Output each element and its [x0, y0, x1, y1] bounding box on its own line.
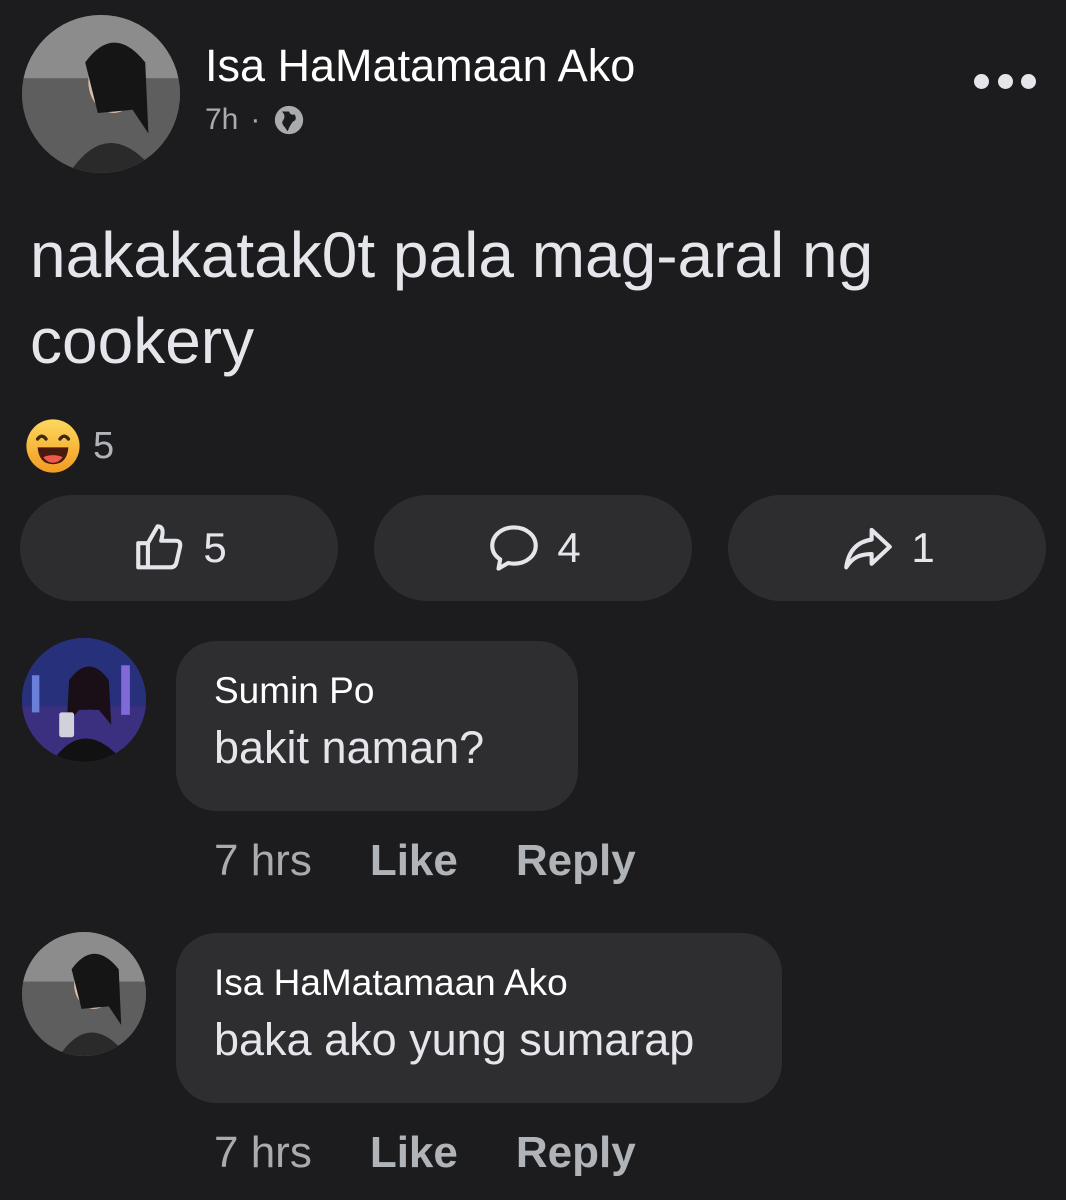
- share-arrow-icon: [844, 527, 893, 570]
- like-button[interactable]: 5: [20, 495, 338, 601]
- comment-author[interactable]: Isa HaMatamaan Ako: [214, 961, 744, 1005]
- comment-reply-button[interactable]: Reply: [516, 836, 636, 886]
- avatar-photo: [22, 15, 180, 173]
- share-count: 1: [911, 524, 935, 571]
- comment-actions: 7 hrs Like Reply: [214, 1128, 636, 1178]
- post-author-name[interactable]: Isa HaMatamaan Ako: [205, 40, 635, 92]
- post-text: nakakatak0t pala mag-aral ng cookery: [30, 219, 874, 377]
- comment-bubble[interactable]: Sumin Po bakit naman?: [176, 641, 578, 811]
- commenter-avatar[interactable]: [22, 932, 146, 1056]
- like-count: 5: [203, 524, 227, 571]
- meta-separator: ·: [250, 103, 261, 136]
- thumbs-up-icon: [136, 524, 183, 570]
- haha-emoji-icon: [26, 419, 80, 473]
- comment-reply-button[interactable]: Reply: [516, 1128, 636, 1178]
- dot-icon: [1021, 73, 1036, 89]
- more-options-button[interactable]: [974, 64, 1036, 98]
- author-avatar[interactable]: [22, 15, 180, 173]
- comment-time[interactable]: 7 hrs: [214, 836, 312, 886]
- globe-icon: [275, 105, 304, 135]
- reaction-count: 5: [93, 424, 115, 467]
- dot-icon: [974, 73, 989, 89]
- comment-count: 4: [557, 524, 581, 571]
- avatar-photo: [22, 932, 146, 1056]
- post-meta: 7h ·: [205, 103, 306, 137]
- comment-time[interactable]: 7 hrs: [214, 1128, 312, 1178]
- reaction-summary[interactable]: 5: [25, 418, 114, 474]
- comment-button[interactable]: 4: [374, 495, 692, 601]
- dot-icon: [997, 73, 1013, 89]
- share-button[interactable]: 1: [728, 495, 1046, 601]
- comment-text: bakit naman?: [214, 722, 485, 773]
- comment-icon: [490, 525, 539, 571]
- avatar-photo: [22, 638, 146, 762]
- comment-bubble[interactable]: Isa HaMatamaan Ako baka ako yung sumarap: [176, 933, 782, 1103]
- comment-like-button[interactable]: Like: [370, 836, 458, 886]
- comment-author[interactable]: Sumin Po: [214, 669, 540, 713]
- post-time[interactable]: 7h: [205, 103, 238, 137]
- commenter-avatar[interactable]: [22, 638, 146, 762]
- comment-actions: 7 hrs Like Reply: [214, 836, 636, 886]
- comment-like-button[interactable]: Like: [370, 1128, 458, 1178]
- comment-text: baka ako yung sumarap: [214, 1014, 695, 1065]
